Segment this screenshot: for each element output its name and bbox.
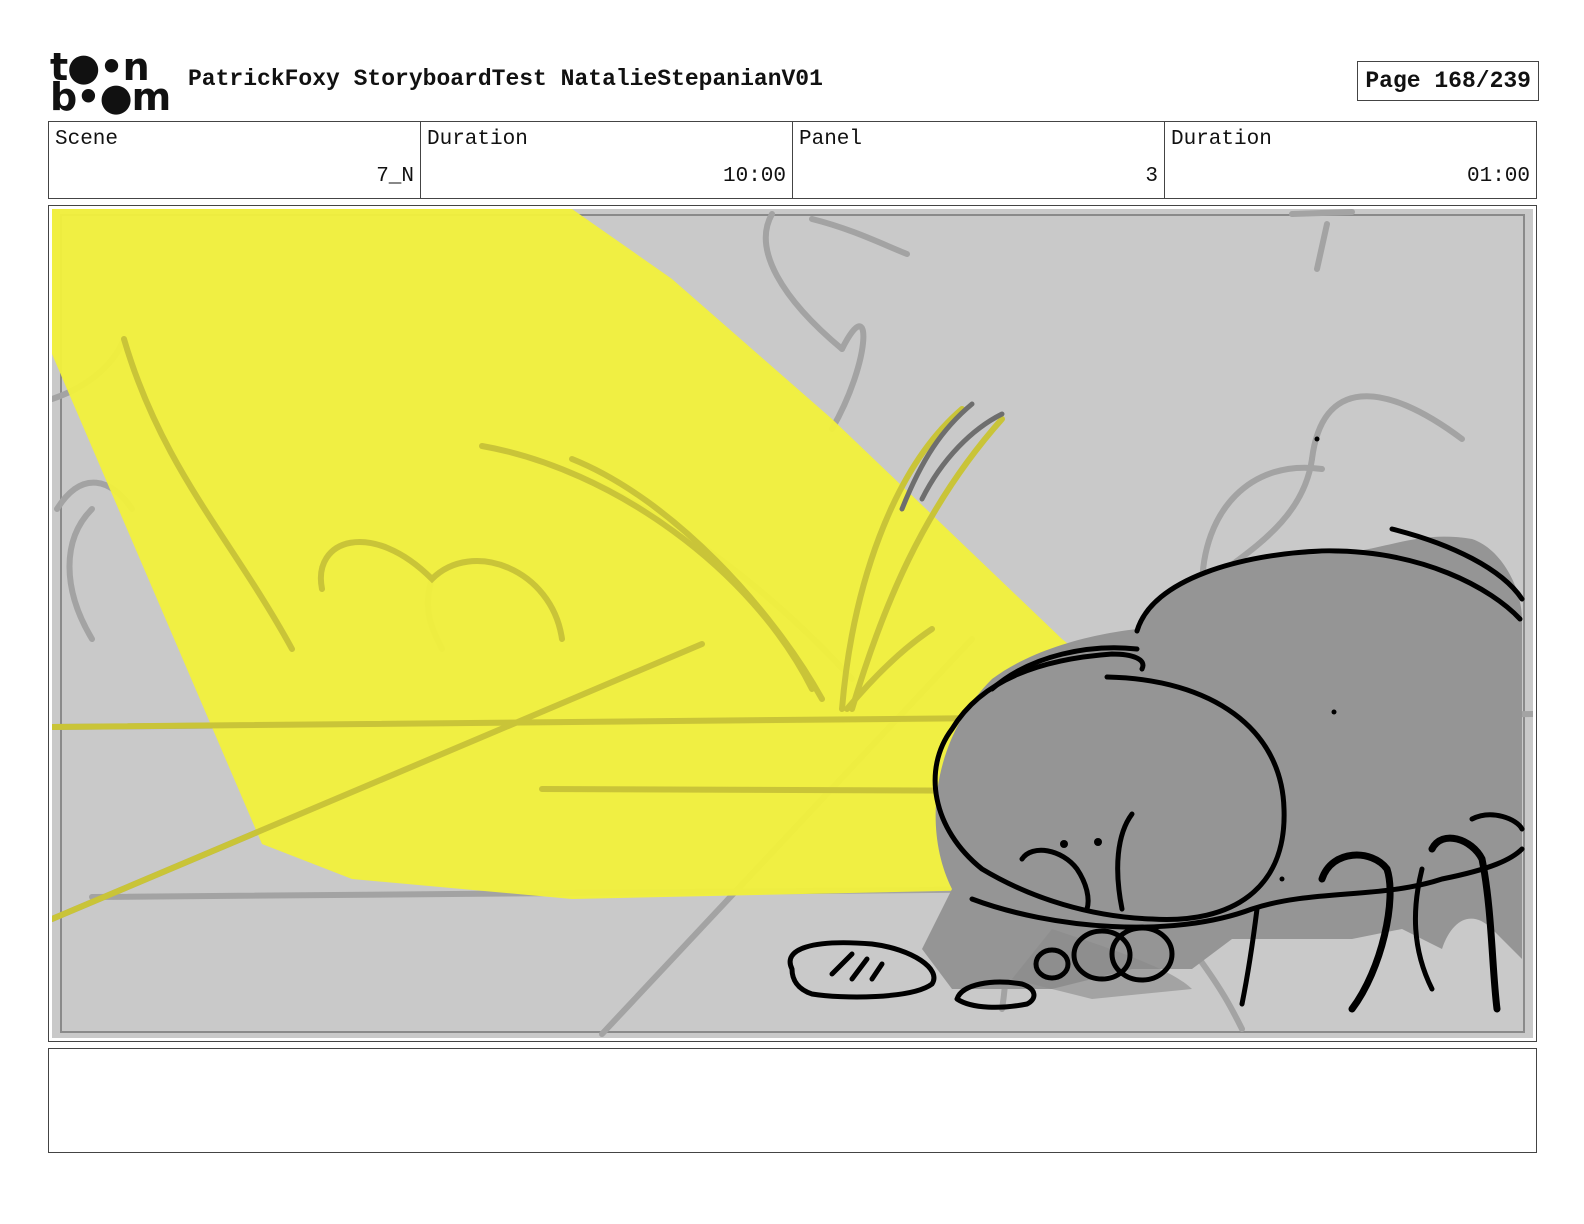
character-spot-3 bbox=[1314, 436, 1320, 442]
logo-line-bottom: b•●m bbox=[50, 75, 171, 119]
panel-value: 3 bbox=[1145, 165, 1158, 188]
panel-duration-value: 01:00 bbox=[1466, 165, 1530, 188]
page-indicator: Page 168/239 bbox=[1357, 61, 1539, 101]
panel-label: Panel bbox=[799, 128, 863, 151]
storyboard-panel bbox=[48, 205, 1537, 1042]
character-eye-right bbox=[1094, 838, 1102, 846]
character-spot-2 bbox=[1331, 709, 1337, 715]
panel-duration-cell: Duration 01:00 bbox=[1165, 122, 1536, 198]
scene-label: Scene bbox=[55, 128, 119, 151]
toonboom-logo: t●•n b•●m bbox=[50, 48, 171, 116]
scene-cell: Scene 7_N bbox=[49, 122, 421, 198]
character-spot-1 bbox=[1279, 876, 1285, 882]
scene-duration-cell: Duration 10:00 bbox=[421, 122, 793, 198]
panel-info-table: Scene 7_N Duration 10:00 Panel 3 Duratio… bbox=[48, 121, 1537, 199]
document-title: PatrickFoxy StoryboardTest NatalieStepan… bbox=[188, 66, 823, 92]
scene-value: 7_N bbox=[376, 165, 414, 188]
panel-drawing bbox=[52, 209, 1533, 1038]
character-eye-left bbox=[1060, 840, 1068, 848]
panel-notes bbox=[48, 1048, 1537, 1153]
scene-duration-value: 10:00 bbox=[722, 165, 786, 188]
scene-duration-label: Duration bbox=[427, 128, 528, 151]
panel-cell: Panel 3 bbox=[793, 122, 1165, 198]
panel-duration-label: Duration bbox=[1171, 128, 1272, 151]
